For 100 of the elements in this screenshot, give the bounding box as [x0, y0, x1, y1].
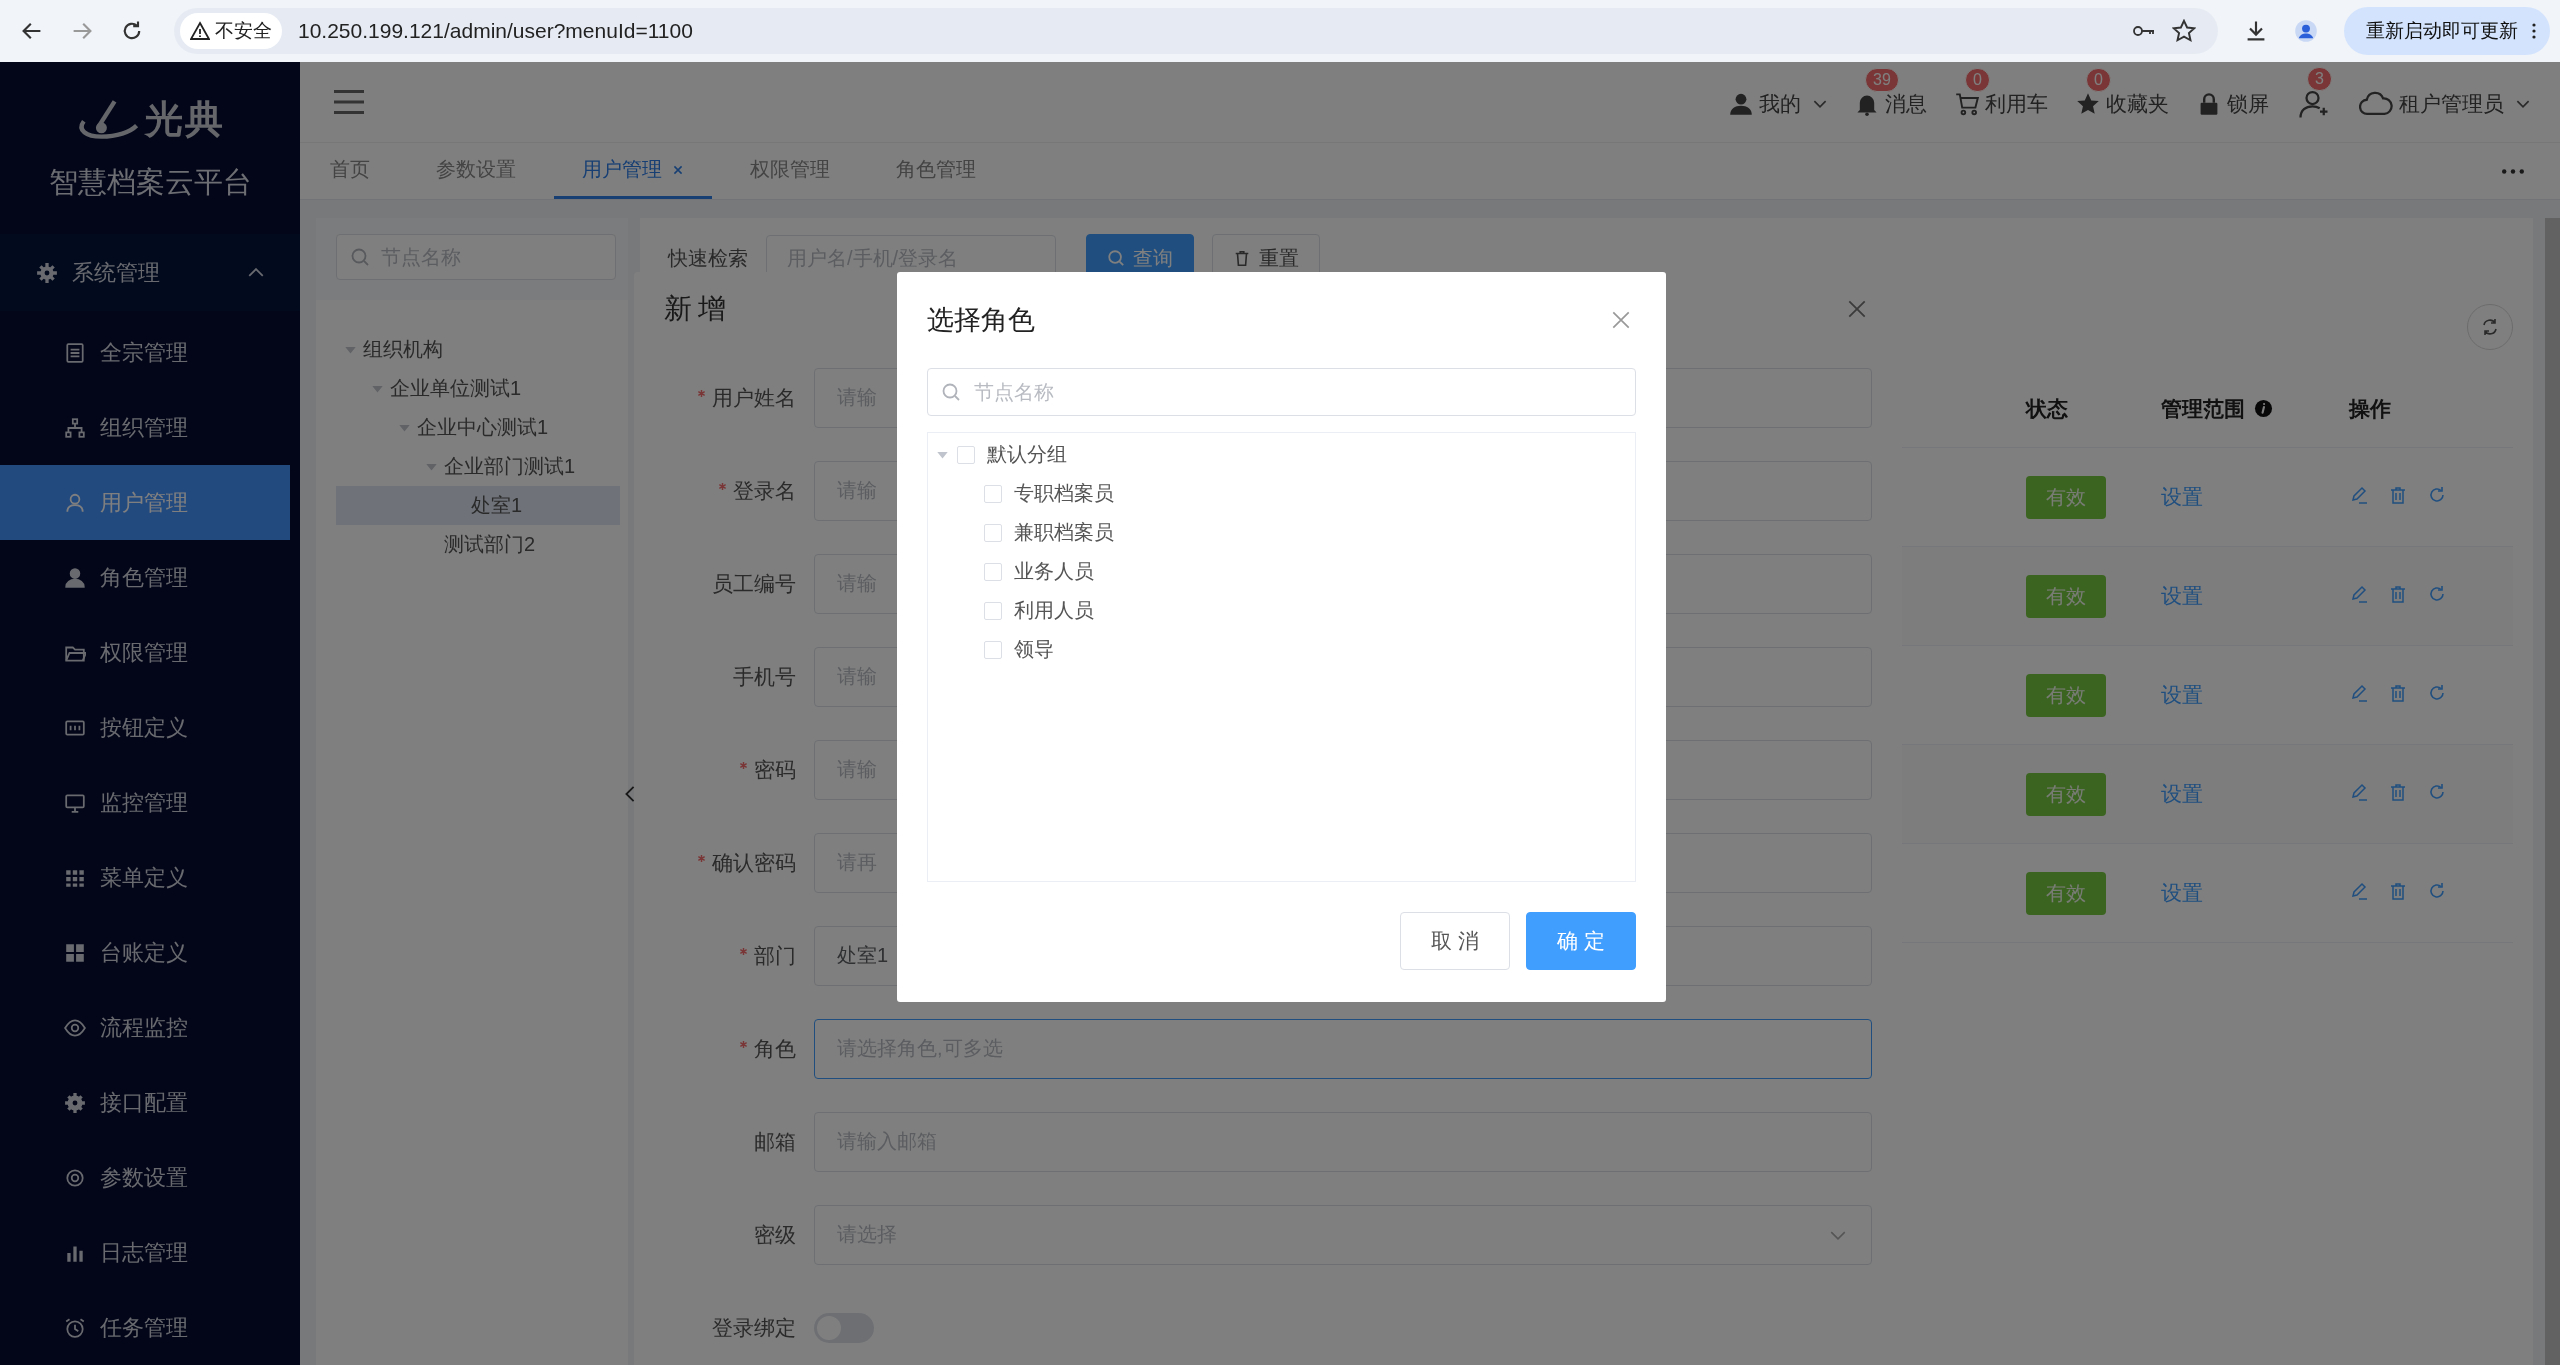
count-badge: 3 [2307, 67, 2332, 91]
sidebar-item-label: 任务管理 [100, 1313, 188, 1342]
header-menu-item[interactable]: 收藏夹 [2076, 90, 2169, 118]
field-label: 确认密码 [712, 849, 796, 876]
profile-icon[interactable] [2294, 19, 2318, 43]
menu-group-label: 系统管理 [72, 258, 161, 287]
header-label: 利用车 [1985, 91, 2048, 117]
close-icon[interactable] [672, 163, 684, 176]
settings-link[interactable]: 设置 [2161, 584, 2204, 607]
header-label: 锁屏 [2227, 91, 2269, 117]
status-tag: 有效 [2026, 871, 2106, 915]
settings-link[interactable]: 设置 [2161, 881, 2204, 904]
checkbox[interactable] [984, 601, 1002, 620]
status-tag: 有效 [2026, 574, 2106, 618]
count-badge: 0 [2086, 68, 2111, 92]
settings-link[interactable]: 设置 [2161, 683, 2204, 706]
field-label: 密级 [754, 1221, 796, 1248]
dialog-title: 选择角色 [927, 304, 1035, 337]
confirm-button[interactable]: 确 定 [1526, 912, 1636, 970]
header-label: 收藏夹 [2106, 91, 2169, 117]
sidebar-item[interactable]: 全宗管理 [0, 315, 290, 390]
role-label: 利用人员 [1014, 598, 1094, 623]
sidebar-item[interactable]: 台账定义 [0, 915, 290, 990]
edit-icon[interactable] [2349, 485, 2370, 505]
sidebar-item[interactable]: 监控管理 [0, 765, 290, 840]
checkbox[interactable] [957, 445, 975, 464]
org-chart-icon [64, 416, 86, 439]
page-tab[interactable]: 参数设置 [408, 143, 544, 199]
settings-link[interactable]: 设置 [2161, 485, 2204, 508]
sidebar-item[interactable]: 权限管理 [0, 615, 290, 690]
more-icon[interactable] [2502, 168, 2524, 174]
tree-node[interactable]: 测试部门2 [336, 525, 620, 564]
header-menu-item[interactable]: 利用车 [1955, 90, 2048, 118]
edit-icon[interactable] [2349, 683, 2370, 703]
sidebar-item[interactable]: 菜单定义 [0, 840, 290, 915]
edit-icon[interactable] [2349, 782, 2370, 802]
page-tab[interactable]: 角色管理 [868, 143, 1004, 199]
tree-node[interactable]: 企业单位测试1 [336, 369, 620, 408]
header-menu-item[interactable] [2297, 89, 2331, 119]
sidebar-item-label: 监控管理 [100, 788, 188, 817]
page-tab[interactable]: 权限管理 [722, 143, 858, 199]
tree-node[interactable]: 企业中心测试1 [336, 408, 620, 447]
field-label: 员工编号 [712, 570, 796, 597]
column-header: 操作 [2349, 395, 2392, 422]
security-label: 不安全 [215, 19, 272, 43]
alarm-clock-icon [64, 1316, 86, 1339]
checkbox[interactable] [984, 523, 1002, 542]
cancel-button[interactable]: 取 消 [1400, 912, 1510, 970]
tree-node[interactable]: 组织机构 [336, 330, 620, 369]
edit-icon[interactable] [2349, 881, 2370, 901]
status-tag: 有效 [2026, 475, 2106, 519]
sidebar-item[interactable]: 参数设置 [0, 1140, 290, 1215]
close-icon[interactable] [1848, 299, 1866, 318]
search-field[interactable]: 节点名称 [927, 368, 1636, 416]
header-menu-item[interactable]: 锁屏 [2197, 90, 2269, 118]
sidebar-item[interactable]: 按钮定义 [0, 690, 290, 765]
sidebar-item-label: 日志管理 [100, 1238, 188, 1267]
tree-node-label: 组织机构 [363, 337, 443, 362]
field-label: 用户姓名 [712, 384, 796, 411]
page-tab[interactable]: 首页 [302, 143, 398, 199]
sidebar-item[interactable]: 接口配置 [0, 1065, 290, 1140]
checkbox[interactable] [984, 562, 1002, 581]
header-menu-item[interactable]: 我的 [1729, 90, 1827, 118]
role-label: 兼职档案员 [1014, 520, 1114, 545]
tree-node[interactable]: 处室1 [336, 486, 620, 525]
address-bar[interactable]: 不安全 10.250.199.121/admin/user?menuId=1100 [174, 8, 2218, 54]
refresh-icon [2480, 317, 2500, 337]
user-icon [1729, 92, 1753, 116]
monitor-icon [64, 791, 86, 814]
field-label: 部门 [754, 942, 796, 969]
sidebar-item-label: 参数设置 [100, 1163, 188, 1192]
checkbox[interactable] [984, 640, 1002, 659]
menu-icon[interactable] [334, 90, 364, 114]
search-icon [941, 382, 961, 402]
edit-icon[interactable] [2349, 584, 2370, 604]
tree-node[interactable]: 企业部门测试1 [336, 447, 620, 486]
header-menu-item[interactable]: 消息 [1855, 90, 1927, 118]
refresh-button[interactable] [2467, 304, 2513, 350]
security-chip[interactable]: 不安全 [180, 13, 282, 49]
trash-icon [1233, 249, 1251, 267]
tree-node-label: 企业中心测试1 [417, 415, 549, 440]
close-icon[interactable] [1612, 311, 1630, 329]
sidebar-item[interactable]: 组织管理 [0, 390, 290, 465]
sidebar-item[interactable]: 日志管理 [0, 1215, 290, 1290]
update-button[interactable]: 重新启动即可更新 [2344, 7, 2550, 55]
sidebar-item[interactable]: 角色管理 [0, 540, 290, 615]
header-menu-item[interactable]: 租户管理员 [2359, 89, 2530, 119]
settings-link[interactable]: 设置 [2161, 782, 2204, 805]
sidebar-item-label: 全宗管理 [100, 338, 188, 367]
column-header: 管理范围 [2161, 395, 2246, 422]
star-icon[interactable] [2172, 19, 2196, 43]
sidebar-item[interactable]: 任务管理 [0, 1290, 290, 1365]
more-icon [2532, 23, 2536, 39]
sidebar-item[interactable]: 流程监控 [0, 990, 290, 1065]
checkbox[interactable] [984, 484, 1002, 503]
role-label: 默认分组 [987, 442, 1067, 467]
scrollbar[interactable] [2545, 218, 2560, 1365]
sidebar-item[interactable]: 用户管理 [0, 465, 290, 540]
menu-group[interactable]: 系统管理 [0, 234, 300, 311]
sidebar-item-label: 接口配置 [100, 1088, 188, 1117]
